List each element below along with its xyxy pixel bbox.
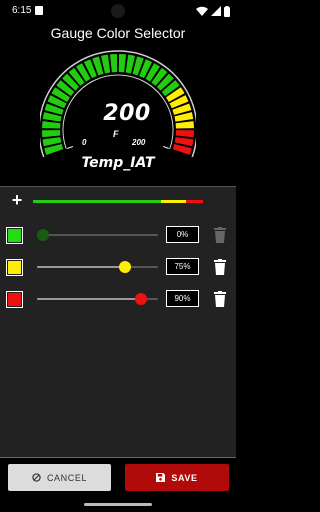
gauge-segment [42,130,61,138]
color-swatch[interactable] [6,291,23,308]
color-swatch-fill [8,293,21,306]
color-swatch[interactable] [6,259,23,276]
threshold-slider[interactable] [37,261,158,273]
notification-app-icon [35,6,43,15]
color-swatch-fill [8,261,21,274]
slider-thumb[interactable] [135,293,148,305]
slider-thumb[interactable] [118,261,131,273]
color-swatch-fill [8,229,21,242]
color-range-segment [186,200,203,203]
percent-field[interactable]: 75% [166,258,199,275]
slider-fill [37,266,128,268]
status-bar: 6:15 [0,0,236,22]
status-icons [196,5,230,17]
gauge-label: Temp_IAT [81,155,155,171]
signal-icon [211,6,221,16]
gauge-unit: F [113,129,119,139]
home-indicator [84,503,152,506]
delete-icon[interactable] [213,227,227,243]
app-title: Gauge Color Selector [50,25,186,41]
gauge-value: 200 [103,101,151,126]
slider-thumb[interactable] [37,229,49,241]
threshold-slider[interactable] [37,293,158,305]
camera-cutout [111,4,125,18]
add-color-button[interactable]: + [9,191,25,209]
threshold-slider[interactable] [37,229,158,241]
gauge-segment [175,130,194,138]
gauge-segment [42,121,61,129]
cancel-button[interactable]: CANCEL [8,464,111,491]
percent-field[interactable]: 90% [166,290,199,307]
color-row: 0% [0,225,236,245]
save-label: SAVE [171,472,198,483]
gauge-max-label: 200 [132,138,146,147]
gauge-segment [109,54,118,73]
wifi-icon [196,6,208,16]
save-button[interactable]: SAVE [125,464,229,491]
color-range-bar [33,200,203,203]
color-row: 75% [0,257,236,277]
gauge-segment [175,121,194,129]
cancel-icon [32,473,41,482]
percent-field[interactable]: 0% [166,226,199,243]
color-range-segment [160,200,186,203]
footer-divider [0,457,236,458]
delete-icon[interactable] [213,291,227,307]
gauge-min-tick [67,145,74,149]
gauge: 200 F 0 200 Temp_IAT [40,50,196,182]
save-icon [156,473,166,482]
battery-icon [224,5,230,17]
status-time: 6:15 [12,5,32,16]
color-row: 90% [0,289,236,309]
gauge-segment [118,54,127,73]
color-range-segment [33,200,161,203]
gauge-min-label: 0 [82,138,87,147]
slider-fill [37,298,146,300]
gauge-max-tick [162,145,169,149]
gauge-segment [44,143,64,155]
delete-icon[interactable] [213,259,227,275]
gauge-segment [172,143,192,155]
cancel-label: CANCEL [46,472,88,483]
color-swatch[interactable] [6,227,23,244]
